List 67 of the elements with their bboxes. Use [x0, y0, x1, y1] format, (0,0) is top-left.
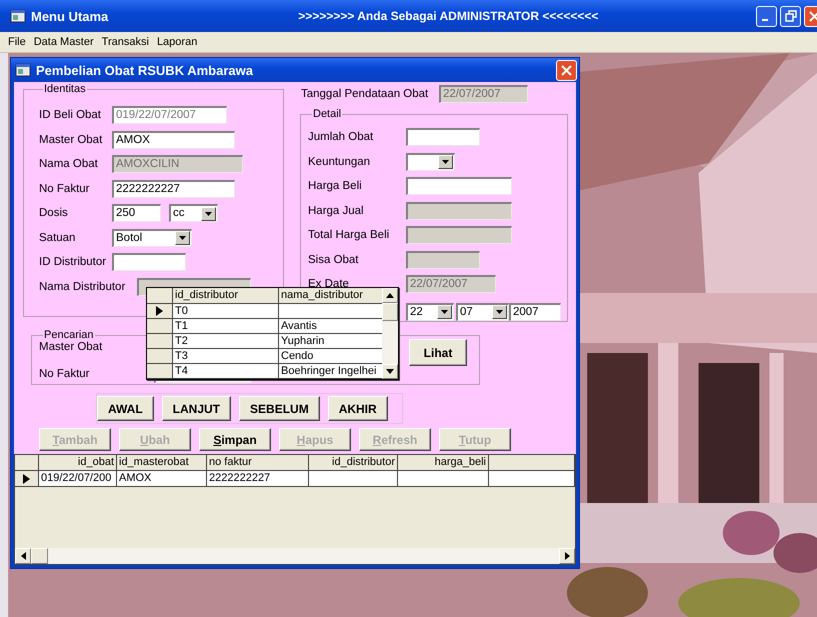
column-header: id_masterobat	[117, 455, 207, 471]
window-title: Pembelian Obat RSUBK Ambarawa	[36, 62, 253, 78]
navigation-button[interactable]: AKHIR	[328, 396, 388, 421]
column-header: id_distributor	[173, 288, 279, 303]
lookup-row[interactable]: T1 Avantis	[147, 319, 382, 334]
table-cell: T0	[173, 304, 279, 318]
table-cell: AMOX	[117, 471, 207, 487]
combo-box[interactable]: cc	[169, 204, 218, 222]
table-cell: T2	[173, 334, 279, 348]
field-label: Jumlah Obat	[308, 131, 374, 144]
lookup-row[interactable]: T3 Cendo	[147, 349, 382, 364]
field-label: ID Beli Obat	[39, 109, 102, 122]
combo-box[interactable]: Botol	[112, 228, 192, 247]
lookup-row[interactable]: T2 Yupharin	[147, 334, 382, 349]
table-cell-text: Cendo	[280, 349, 314, 363]
input-field[interactable]: 019/22/07/2007	[112, 106, 227, 124]
field-label: Harga Beli	[308, 180, 363, 192]
lookup-row[interactable]: T4 Boehringer Ingelhei	[147, 364, 382, 379]
field-label: Harga Jual	[308, 204, 365, 217]
window-title: Menu Utama	[31, 8, 108, 24]
field-label: Master Obat	[39, 134, 104, 146]
lookup-row[interactable]: T0	[147, 304, 382, 319]
input-field[interactable]: 250	[112, 204, 161, 222]
menu-item[interactable]: Transaksi	[98, 36, 153, 48]
role-text: >>>>>>>> Anda Sebagai ADMINISTRATOR <<<<<<<<	[298, 9, 598, 23]
navigation-button[interactable]: AWAL	[97, 396, 154, 421]
lihat-button[interactable]: Lihat	[409, 339, 467, 366]
navigation-button[interactable]: SEBELUM	[239, 396, 320, 421]
field-label: No Faktur	[39, 368, 90, 380]
field-label: No Faktur	[39, 182, 90, 195]
field-label: Ex Date	[308, 278, 349, 290]
menu-item[interactable]: Data Master	[30, 36, 98, 48]
field-label: ID Distributor	[39, 256, 108, 268]
combo-box[interactable]: 07	[456, 302, 509, 321]
field-label: Master Obat	[39, 341, 102, 353]
table-cell: T1	[173, 319, 279, 333]
combo-box[interactable]: 22	[406, 302, 454, 321]
table-cell: 019/22/07/200	[39, 471, 117, 487]
column-header: id_distributor	[309, 455, 398, 471]
column-header: no faktur	[207, 455, 309, 471]
frame-title: Pencarian	[43, 329, 95, 341]
field-label: Total Harga Beli	[308, 229, 390, 242]
menu-item[interactable]: Laporan	[152, 36, 202, 48]
table-cell: T4	[173, 364, 279, 378]
field-label: Keuntungan	[308, 156, 372, 168]
table-cell-text: Avantis	[280, 319, 318, 333]
field-label: Tanggal Pendataan Obat	[301, 88, 430, 100]
action-button[interactable]: Simpan	[199, 428, 271, 451]
field-label: Sisa Obat	[308, 254, 360, 266]
input-field[interactable]: AMOX	[112, 130, 235, 149]
frame-title: Detail	[312, 108, 342, 120]
table-cell: 2222222227	[207, 471, 309, 487]
field-label: Dosis	[39, 207, 69, 220]
column-header: id_obat	[39, 455, 117, 471]
input-field[interactable]: 2222222227	[112, 180, 235, 198]
frame-title: Identitas	[43, 83, 87, 95]
table-cell: T3	[173, 349, 279, 363]
column-header: nama_distributor	[279, 288, 382, 303]
navigation-button[interactable]: LANJUT	[162, 396, 232, 421]
table-cell-text: Boehringer Ingelhei	[280, 364, 378, 378]
field-label: Nama Distributor	[39, 280, 126, 293]
column-header: harga_beli	[398, 455, 489, 471]
input-field[interactable]: 2007	[509, 302, 561, 321]
menu-item[interactable]: File	[4, 36, 30, 48]
field-label: Nama Obat	[39, 158, 99, 170]
field-label: Satuan	[39, 232, 76, 244]
table-cell-text: Yupharin	[280, 334, 326, 348]
